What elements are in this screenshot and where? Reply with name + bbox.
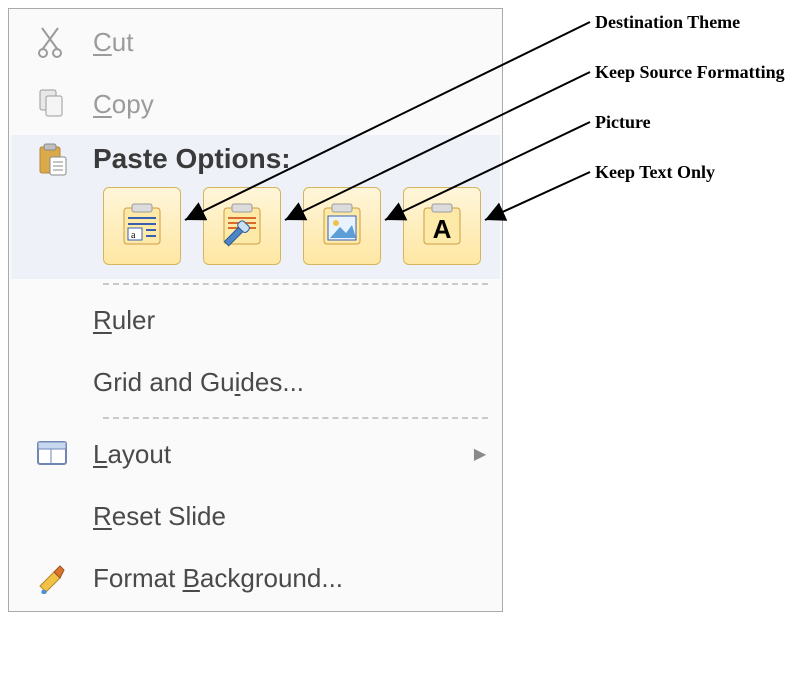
paste-keep-text-only-button[interactable]: A	[403, 187, 481, 265]
keep-text-only-icon: A	[416, 200, 468, 252]
layout-icon	[11, 436, 93, 472]
paste-icon	[11, 141, 93, 177]
menu-item-layout[interactable]: Layout ▶	[11, 423, 500, 485]
menu-item-reset-slide[interactable]: Reset Slide	[11, 485, 500, 547]
context-menu: Cut Copy	[8, 8, 503, 612]
paste-keep-source-formatting-button[interactable]	[203, 187, 281, 265]
menu-item-format-background[interactable]: Format Background...	[11, 547, 500, 609]
paste-options-label: Paste Options:	[93, 143, 291, 175]
format-background-label: Format Background...	[93, 563, 500, 594]
annotation-destination-theme: Destination Theme	[595, 12, 740, 33]
reset-slide-label: Reset Slide	[93, 501, 500, 532]
menu-item-cut[interactable]: Cut	[11, 11, 500, 73]
grid-guides-label: Grid and Guides...	[93, 367, 500, 398]
format-background-icon	[11, 560, 93, 596]
layout-label: Layout	[93, 439, 460, 470]
keep-source-formatting-icon	[216, 200, 268, 252]
annotation-keep-text-only: Keep Text Only	[595, 162, 715, 183]
copy-label: Copy	[93, 89, 500, 120]
menu-item-ruler[interactable]: Ruler	[11, 289, 500, 351]
annotation-picture: Picture	[595, 112, 651, 133]
separator	[103, 417, 488, 419]
copy-icon	[11, 86, 93, 122]
annotation-keep-source-formatting: Keep Source Formatting	[595, 62, 785, 83]
separator	[103, 283, 488, 285]
destination-theme-icon: a	[116, 200, 168, 252]
menu-item-grid-guides[interactable]: Grid and Guides...	[11, 351, 500, 413]
ruler-label: Ruler	[93, 305, 500, 336]
submenu-arrow-icon: ▶	[460, 444, 500, 464]
svg-text:a: a	[131, 230, 136, 241]
paste-options-row: a	[11, 177, 500, 265]
paste-destination-theme-button[interactable]: a	[103, 187, 181, 265]
cut-label: Cut	[93, 27, 500, 58]
menu-item-copy[interactable]: Copy	[11, 73, 500, 135]
svg-text:A: A	[433, 214, 452, 244]
picture-icon	[316, 200, 368, 252]
paste-picture-button[interactable]	[303, 187, 381, 265]
paste-options-section: Paste Options: a	[11, 135, 500, 279]
cut-icon	[11, 24, 93, 60]
